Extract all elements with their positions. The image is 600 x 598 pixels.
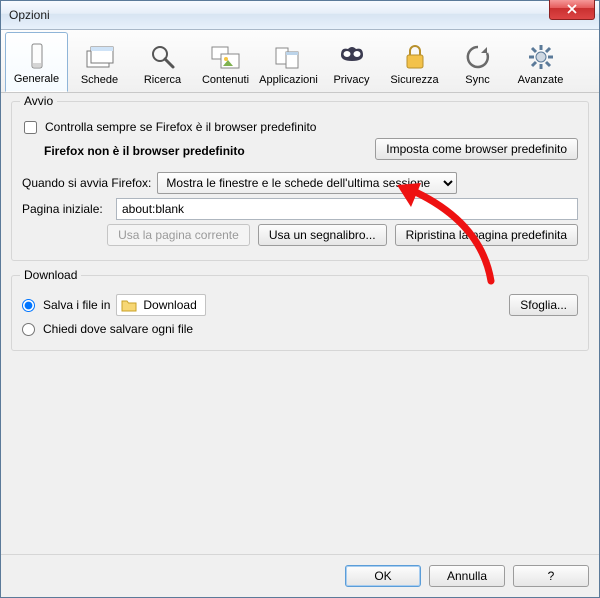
tab-label: Privacy (333, 74, 369, 86)
general-icon (21, 41, 53, 71)
dialog-footer: OK Annulla ? (1, 554, 599, 597)
use-bookmark-button[interactable]: Usa un segnalibro... (258, 224, 387, 246)
set-default-browser-button[interactable]: Imposta come browser predefinito (375, 138, 578, 160)
window-title: Opzioni (9, 8, 50, 22)
tab-label: Generale (14, 73, 59, 85)
category-toolbar: Generale Schede Ricerca Contenuti Applic… (1, 30, 599, 93)
homepage-label: Pagina iniziale: (22, 202, 110, 216)
privacy-icon (336, 42, 368, 72)
tab-label: Schede (81, 74, 118, 86)
applications-icon (273, 42, 305, 72)
startup-behavior-select[interactable]: Mostra le finestre e le schede dell'ulti… (157, 172, 457, 194)
download-group-label: Download (20, 268, 81, 282)
check-default-browser-checkbox[interactable] (24, 121, 37, 134)
restore-default-page-button[interactable]: Ripristina la pagina predefinita (395, 224, 578, 246)
save-files-to-label[interactable]: Salva i file in (43, 298, 110, 312)
tab-label: Sync (465, 74, 489, 86)
lock-icon (399, 42, 431, 72)
check-default-browser-label[interactable]: Controlla sempre se Firefox è il browser… (45, 120, 316, 134)
window-close-button[interactable] (549, 0, 595, 20)
tab-security[interactable]: Sicurezza (383, 32, 446, 92)
download-folder-name: Download (143, 298, 196, 312)
tabs-icon (84, 42, 116, 72)
when-start-label: Quando si avvia Firefox: (22, 176, 151, 190)
sync-icon (462, 42, 494, 72)
use-current-page-button: Usa la pagina corrente (107, 224, 250, 246)
content-pane: Avvio Controlla sempre se Firefox è il b… (1, 93, 599, 375)
tab-label: Applicazioni (259, 74, 318, 86)
download-folder-chip[interactable]: Download (116, 294, 205, 316)
content-icon (210, 42, 242, 72)
tab-label: Ricerca (144, 74, 181, 86)
tab-label: Avanzate (518, 74, 564, 86)
save-files-to-radio[interactable] (22, 299, 35, 312)
options-window: Opzioni Generale Schede Ricerca (0, 0, 600, 598)
tab-applications[interactable]: Applicazioni (257, 32, 320, 92)
close-icon (567, 4, 577, 14)
tab-sync[interactable]: Sync (446, 32, 509, 92)
default-browser-status: Firefox non è il browser predefinito (44, 144, 245, 158)
browse-folder-button[interactable]: Sfoglia... (509, 294, 578, 316)
startup-group-label: Avvio (20, 94, 57, 108)
tab-tabs[interactable]: Schede (68, 32, 131, 92)
tab-label: Contenuti (202, 74, 249, 86)
ok-button[interactable]: OK (345, 565, 421, 587)
tab-content[interactable]: Contenuti (194, 32, 257, 92)
help-button[interactable]: ? (513, 565, 589, 587)
cancel-button[interactable]: Annulla (429, 565, 505, 587)
startup-group: Avvio Controlla sempre se Firefox è il b… (11, 101, 589, 261)
tab-privacy[interactable]: Privacy (320, 32, 383, 92)
gear-icon (525, 42, 557, 72)
titlebar[interactable]: Opzioni (1, 1, 599, 30)
search-icon (147, 42, 179, 72)
tab-search[interactable]: Ricerca (131, 32, 194, 92)
always-ask-radio[interactable] (22, 323, 35, 336)
folder-icon (121, 298, 137, 312)
tab-label: Sicurezza (390, 74, 438, 86)
always-ask-label[interactable]: Chiedi dove salvare ogni file (43, 322, 193, 336)
tab-general[interactable]: Generale (5, 32, 68, 92)
tab-advanced[interactable]: Avanzate (509, 32, 572, 92)
homepage-input[interactable] (116, 198, 578, 220)
download-group: Download Salva i file in Download Sfogli… (11, 275, 589, 351)
